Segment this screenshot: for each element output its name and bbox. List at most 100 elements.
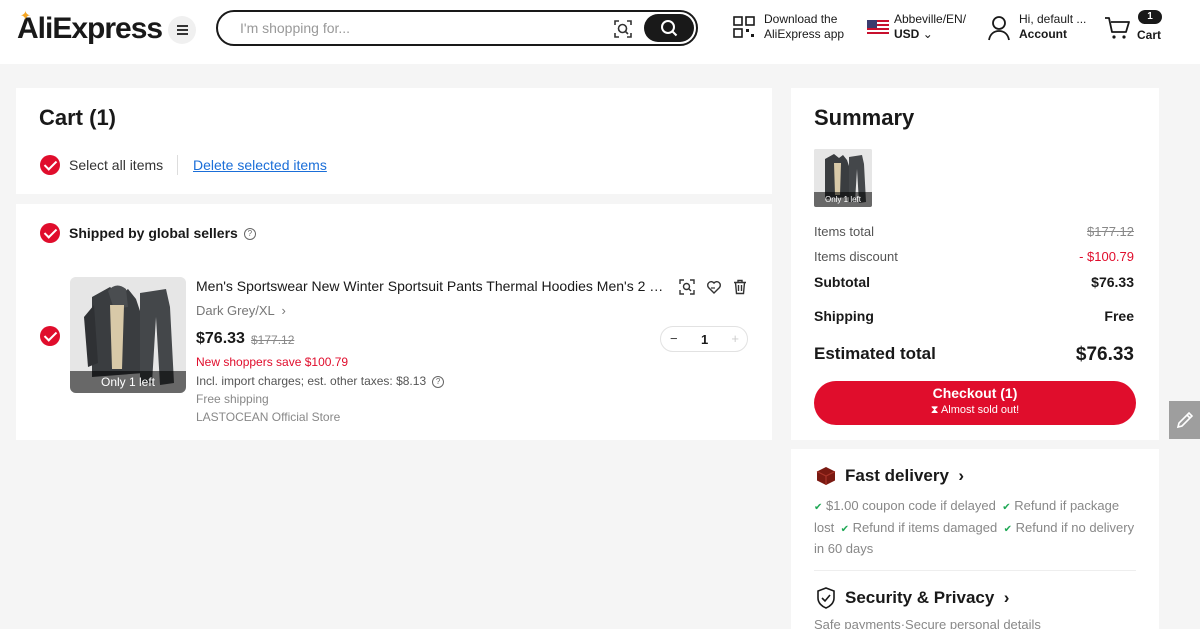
shipping-row: Shipping Free	[814, 308, 1134, 324]
seller-group-card: Shipped by global sellers? Only 1 left M…	[16, 204, 772, 440]
shipping-note: Free shipping	[196, 392, 269, 406]
estimated-total-row: Estimated total $76.33	[814, 344, 1134, 365]
download-app-line1: Download the	[764, 12, 838, 26]
aliexpress-logo[interactable]: ✦ AliExpress	[17, 8, 163, 46]
image-search-icon[interactable]	[612, 18, 634, 40]
cart-title: Cart (1)	[39, 105, 117, 130]
summary-title: Summary	[814, 105, 915, 130]
items-total-label: Items total	[814, 224, 874, 239]
wishlist-icon[interactable]	[706, 279, 722, 295]
top-header: ✦ AliExpress Download the AliExpress app	[0, 0, 1200, 64]
menu-button[interactable]	[168, 16, 196, 44]
new-shopper-savings: New shoppers save $100.79	[196, 355, 349, 369]
product-old-price: $177.12	[251, 333, 295, 347]
check-icon: ✔	[999, 502, 1011, 513]
seller-group-title-text: Shipped by global sellers	[69, 225, 238, 241]
subtotal-value: $76.33	[1091, 274, 1134, 290]
variant-text: Dark Grey/XL	[196, 303, 275, 318]
product-variant[interactable]: Dark Grey/XL ›	[196, 303, 286, 318]
find-similar-icon[interactable]	[679, 279, 695, 295]
product-price: $76.33	[196, 330, 245, 347]
cart-count-badge: 1	[1138, 10, 1162, 24]
checkout-label: Checkout (1)	[932, 385, 1018, 401]
items-discount-row: Items discount - $100.79	[814, 249, 1134, 264]
search-icon	[661, 20, 678, 37]
almost-sold-out-note: ⧗ Almost sold out!	[930, 404, 1020, 416]
seller-group-checkbox[interactable]	[40, 223, 60, 243]
product-image[interactable]: Only 1 left	[70, 277, 186, 393]
summary-thumbnail[interactable]: Only 1 left	[814, 149, 872, 207]
promise-item: Refund if items damaged	[852, 519, 998, 535]
summary-card: Summary Only 1 left Items total $177.12 …	[791, 88, 1159, 440]
chevron-down-icon: ⌄	[922, 27, 933, 41]
tax-note-text: Incl. import charges; est. other taxes: …	[196, 374, 427, 388]
quantity-stepper: − 1 +	[660, 326, 748, 352]
qr-code-icon[interactable]	[733, 16, 755, 38]
download-app-line2: AliExpress app	[764, 27, 845, 41]
items-total-row: Items total $177.12	[814, 224, 1134, 239]
subtotal-label: Subtotal	[814, 274, 870, 290]
quantity-increase-button[interactable]: +	[731, 331, 739, 346]
promises-card: Fast delivery › ✔ $1.00 coupon code if d…	[791, 449, 1159, 629]
checkout-button[interactable]: Checkout (1) ⧗ Almost sold out!	[814, 381, 1136, 425]
estimated-total-label: Estimated total	[814, 344, 936, 363]
logo-sun-icon: ✦	[20, 8, 31, 23]
help-icon[interactable]: ?	[432, 375, 445, 388]
fast-delivery-link[interactable]: Fast delivery ›	[845, 466, 964, 486]
fast-delivery-details: ✔ $1.00 coupon code if delayed ✔ Refund …	[814, 496, 1139, 559]
cart-icon[interactable]	[1104, 16, 1130, 40]
quantity-value[interactable]: 1	[701, 332, 708, 347]
check-icon: ✔	[837, 523, 850, 535]
check-icon: ✔	[1000, 523, 1012, 535]
select-all-label[interactable]: Select all items	[69, 157, 163, 173]
account-menu[interactable]: Hi, default ... Account	[1019, 12, 1086, 42]
pencil-icon	[1176, 411, 1193, 429]
fast-delivery-title: Fast delivery	[845, 466, 949, 485]
cart-header-card: Cart (1) Select all items Delete selecte…	[16, 88, 772, 194]
divider	[814, 570, 1136, 571]
security-privacy-title: Security & Privacy	[845, 588, 995, 607]
store-name[interactable]: LASTOCEAN Official Store	[196, 410, 340, 424]
shipping-value: Free	[1104, 308, 1134, 324]
chevron-right-icon: ›	[999, 588, 1010, 607]
items-discount-label: Items discount	[814, 249, 898, 264]
items-discount-value: - $100.79	[1079, 249, 1134, 264]
shipping-label: Shipping	[814, 308, 874, 324]
select-all-checkbox[interactable]	[40, 155, 60, 175]
us-flag-icon	[867, 20, 889, 35]
item-checkbox[interactable]	[40, 326, 60, 346]
package-icon	[816, 467, 836, 485]
quantity-decrease-button[interactable]: −	[670, 331, 678, 346]
download-app-link[interactable]: Download the AliExpress app	[764, 12, 844, 42]
search-input[interactable]	[240, 19, 600, 37]
divider	[177, 155, 178, 175]
delete-selected-link[interactable]: Delete selected items	[193, 157, 327, 173]
help-icon[interactable]: ?	[243, 228, 256, 241]
chevron-right-icon: ›	[953, 466, 965, 485]
cart-label[interactable]: Cart	[1137, 28, 1161, 43]
thumb-stock-tag: Only 1 left	[814, 192, 872, 207]
estimated-total-value: $76.33	[1075, 344, 1134, 365]
logo-text: AliExpress	[17, 12, 163, 45]
locale-selector[interactable]: Abbeville/EN/ USD ⌄	[894, 12, 966, 42]
tax-note: Incl. import charges; est. other taxes: …	[196, 374, 445, 388]
security-privacy-details: Safe payments·Secure personal details	[814, 617, 1041, 629]
security-privacy-link[interactable]: Security & Privacy ›	[845, 588, 1009, 608]
stock-tag: Only 1 left	[70, 371, 186, 393]
subtotal-row: Subtotal $76.33	[814, 274, 1134, 290]
shield-icon	[817, 587, 835, 609]
seller-group-title: Shipped by global sellers?	[69, 225, 256, 241]
locale-region: Abbeville/EN/	[894, 12, 967, 26]
product-title[interactable]: Men's Sportswear New Winter Sportsuit Pa…	[196, 278, 671, 294]
user-icon[interactable]	[987, 15, 1011, 41]
promise-item: $1.00 coupon code if delayed	[826, 498, 996, 513]
feedback-button[interactable]	[1169, 401, 1200, 439]
hamburger-icon	[176, 29, 188, 31]
search-bar	[216, 10, 698, 46]
search-button[interactable]	[644, 14, 694, 42]
items-total-value: $177.12	[1087, 224, 1134, 239]
account-greeting: Hi, default ...	[1019, 12, 1087, 26]
account-label: Account	[1019, 27, 1067, 41]
trash-icon[interactable]	[732, 279, 748, 295]
locale-currency: USD	[894, 27, 920, 41]
